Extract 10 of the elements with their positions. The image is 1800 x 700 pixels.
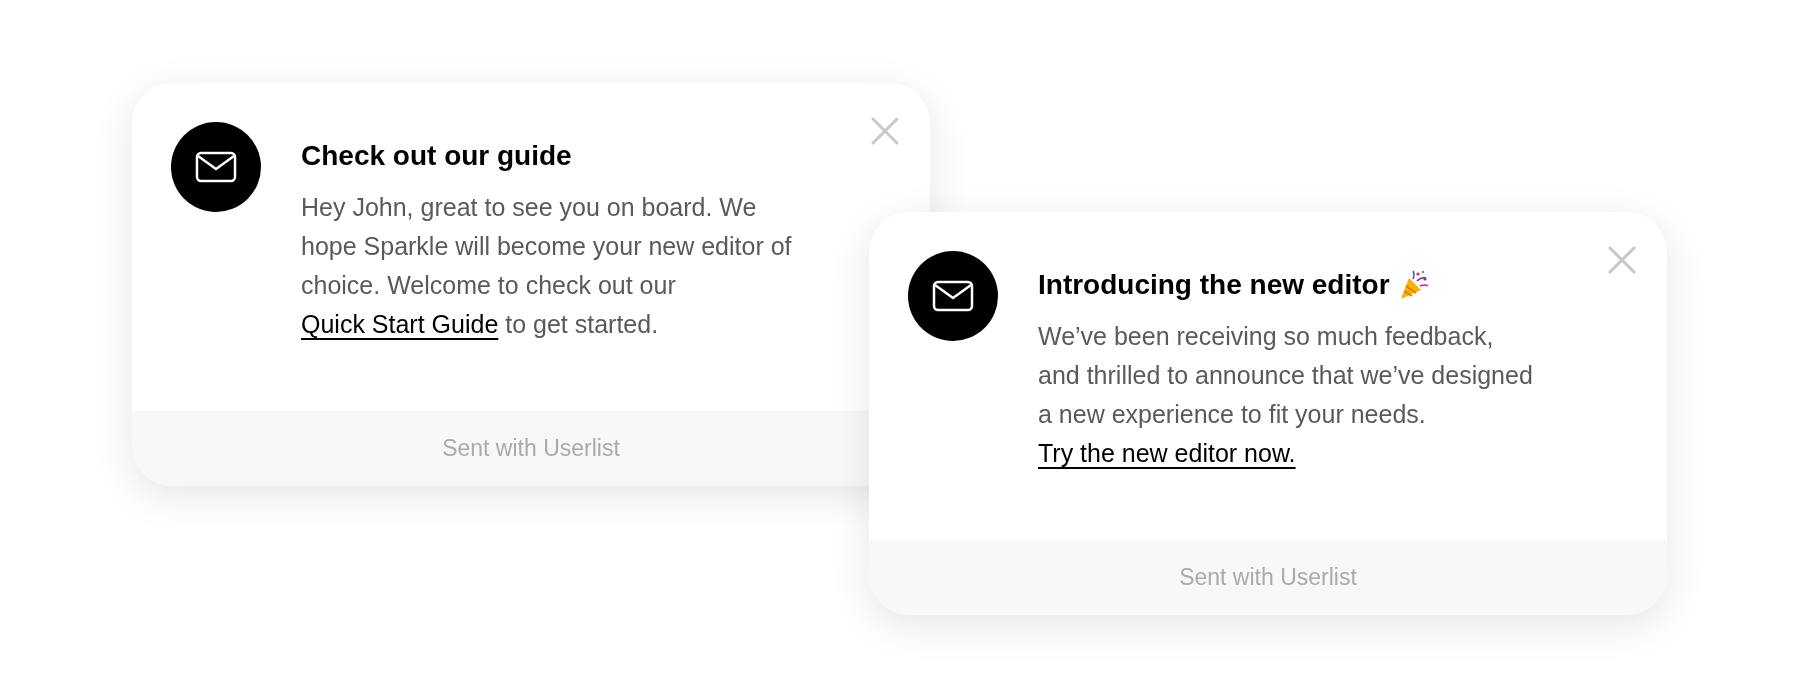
footer-text: Sent with Userlist [1179,563,1357,593]
card-title: Introducing the new editor [1038,268,1390,302]
message-link[interactable]: Quick Start Guide [301,310,499,338]
close-button[interactable] [1607,245,1637,275]
card-message: Hey John, great to see you on board. We hope Sparkle will become your new editor of choice. Welcome to check out our Quick Start Guide to get started. [301,192,793,340]
card-message: We’ve been receiving so much feedback, and thrilled to announce that we’ve designed a new experience to fit your needs. Try the new editor now. [1038,321,1533,469]
close-button[interactable] [870,116,900,146]
footer-text: Sent with Userlist [442,434,620,464]
message-link[interactable]: Try the new editor now. [1038,439,1296,467]
card-title: Check out our guide [301,139,572,173]
